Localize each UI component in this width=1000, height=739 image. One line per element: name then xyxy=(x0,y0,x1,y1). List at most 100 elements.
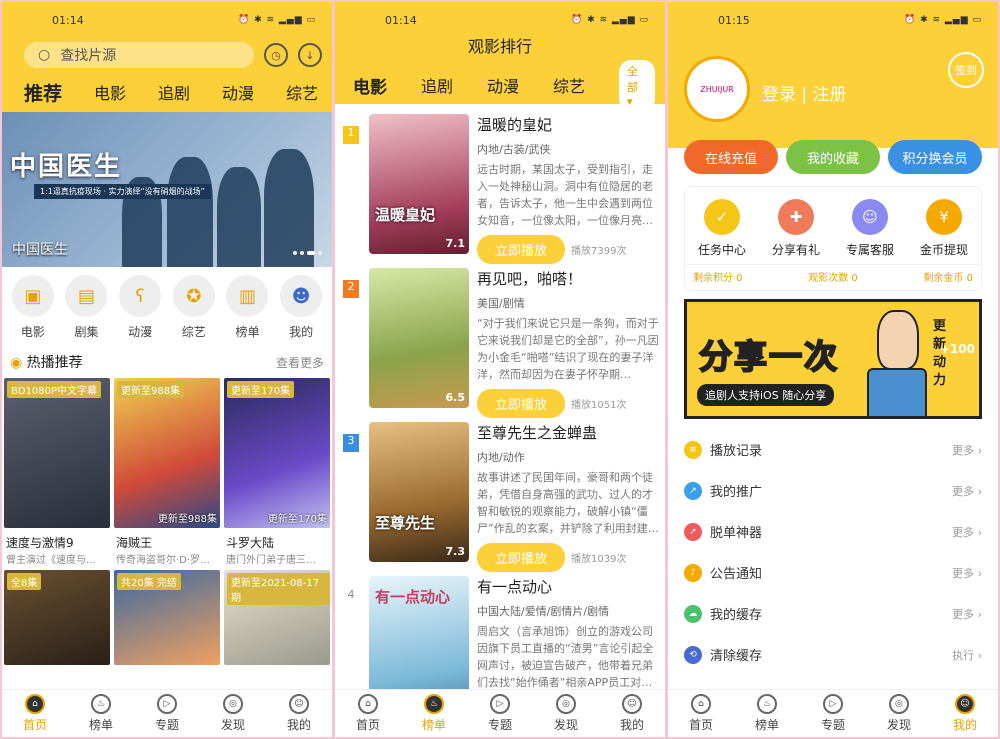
topic-icon: ▷ xyxy=(489,694,510,714)
task-center[interactable]: ✓ 任务中心 xyxy=(698,199,746,258)
see-more-link[interactable]: 查看更多 xyxy=(276,354,324,371)
profile-icon: ☺ xyxy=(621,694,642,714)
nav-home[interactable]: ⌂ 首页 xyxy=(689,694,713,733)
category-rank[interactable]: ▥ 榜单 xyxy=(226,275,269,340)
menu-cache[interactable]: ☁ 我的缓存 更多 › xyxy=(684,593,982,634)
status-icons: ⏰ ✱ ≋ ▂▄▆ ▭ xyxy=(238,15,316,25)
video-card[interactable]: 更新至170集 更新至170集 斗罗大陆 唐门外门弟子唐三… xyxy=(224,378,330,566)
share-gift[interactable]: ✚ 分享有礼 xyxy=(772,199,820,258)
nav-topic[interactable]: ▷ 专题 xyxy=(488,694,512,733)
flame-icon: ♨ xyxy=(90,694,111,714)
profile-icon: ☺ xyxy=(288,694,309,714)
tab-anime[interactable]: 动漫 xyxy=(222,80,254,104)
menu-play-history[interactable]: ≡ 播放记录 更多 › xyxy=(684,429,982,470)
nav-mine[interactable]: ☺ 我的 xyxy=(620,694,644,733)
compass-icon: ◎ xyxy=(555,694,576,714)
menu-notice[interactable]: ♪ 公告通知 更多 › xyxy=(684,552,982,593)
nav-rank[interactable]: ♨ 榜单 xyxy=(422,694,446,733)
task-icon: ✓ xyxy=(703,199,740,235)
video-card[interactable]: 更新至988集 更新至988集 海贼王 传奇海盗哥尔·D·罗… xyxy=(114,378,220,566)
banner-title: 中国医生 xyxy=(10,152,123,182)
item-title: 温暖的皇妃 xyxy=(477,116,553,134)
nav-mine[interactable]: ☺ 我的 xyxy=(953,694,977,733)
home-icon: ⌂ xyxy=(357,694,378,714)
filter-dropdown[interactable]: 全部 ▾ xyxy=(619,59,655,111)
history-list-icon: ≡ xyxy=(684,440,702,459)
video-card[interactable]: 全8集 xyxy=(4,570,110,665)
category-mine[interactable]: ☻ 我的 xyxy=(280,275,323,340)
poster[interactable]: 温暖皇妃 7.1 xyxy=(369,114,469,254)
status-bar: 01:14 ⏰ ✱ ≋ ▂▄▆ ▭ xyxy=(335,2,665,38)
banner-carousel[interactable]: 中国医生 1:1逼真抗疫现场 · 实力演绎“没有硝烟的战场” 中国医生 xyxy=(2,112,332,267)
poster[interactable]: 至尊先生 7.3 xyxy=(369,422,469,562)
search-input[interactable]: ○ 查找片源 xyxy=(24,42,254,68)
tab-series[interactable]: 追剧 xyxy=(421,73,453,97)
profile-header: ZHUIJUR 登录 | 注册 签到 xyxy=(668,38,998,148)
poster[interactable]: 6.5 xyxy=(369,268,469,408)
video-card[interactable]: 共20集 完结 xyxy=(114,570,220,665)
share-banner[interactable]: 分享一次 追剧人支持iOS 随心分享 更新动力 +100 xyxy=(684,299,982,419)
tab-variety[interactable]: 综艺 xyxy=(553,73,585,97)
category-variety[interactable]: ✪ 综艺 xyxy=(172,275,215,340)
compass-icon: ◎ xyxy=(888,694,909,714)
tab-recommend[interactable]: 推荐 xyxy=(24,79,62,106)
service-icon: ☺ xyxy=(851,199,888,235)
tab-movie[interactable]: 电影 xyxy=(94,80,126,104)
clear-cache-icon: ⟲ xyxy=(684,645,702,664)
tab-variety[interactable]: 综艺 xyxy=(286,80,318,104)
bell-icon: ♪ xyxy=(684,563,702,582)
carousel-dots xyxy=(293,251,322,255)
nav-home[interactable]: ⌂ 首页 xyxy=(356,694,380,733)
status-bar: 01:14 ⏰ ✱ ≋ ▂▄▆ ▭ xyxy=(2,2,332,38)
category-movie[interactable]: ▣ 电影 xyxy=(11,275,54,340)
home-tabs: 推荐 电影 追剧 动漫 综艺 xyxy=(2,72,332,112)
bear-icon: ʕ xyxy=(119,275,162,317)
tools-panel: ✓ 任务中心 ✚ 分享有礼 ☺ 专属客服 ¥ 金币提现 剩余积分 0 观影次数 0 剩余金币… xyxy=(684,186,982,291)
tab-anime[interactable]: 动漫 xyxy=(487,73,519,97)
nav-discover[interactable]: ◎ 发现 xyxy=(554,694,578,733)
menu-list: ≡ 播放记录 更多 › ↗ 我的推广 更多 › ➚ 脱单神器 更多 › ♪ 公告通知 更多 › … xyxy=(668,419,998,675)
nav-discover[interactable]: ◎ 发现 xyxy=(887,694,911,733)
menu-dating[interactable]: ➚ 脱单神器 更多 › xyxy=(684,511,982,552)
cloud-icon: ☁ xyxy=(684,604,702,623)
search-placeholder: 查找片源 xyxy=(60,48,117,64)
bottom-nav: ⌂ 首页 ♨ 榜单 ▷ 专题 ◎ 发现 ☺ 我的 xyxy=(668,689,998,737)
nav-topic[interactable]: ▷ 专题 xyxy=(155,694,179,733)
coin-icon: ¥ xyxy=(925,199,962,235)
download-icon[interactable]: ↓ xyxy=(298,43,322,67)
rank-item[interactable]: 1 温暖皇妃 7.1 温暖的皇妃 内地/古装/武侠 远古时期，某国太子，受到指引，… xyxy=(335,104,665,264)
menu-promotion[interactable]: ↗ 我的推广 更多 › xyxy=(684,470,982,511)
item-title: 有一点动心 xyxy=(477,578,553,596)
video-card[interactable]: BD1080P中文字幕 速度与激情9 曾主演过《速度与… xyxy=(4,378,110,566)
nav-rank[interactable]: ♨ 榜单 xyxy=(89,694,113,733)
profile-icon: ☺ xyxy=(954,694,975,714)
coin-withdraw[interactable]: ¥ 金币提现 xyxy=(920,199,968,258)
tv-series-icon: ▤ xyxy=(65,275,108,317)
nav-mine[interactable]: ☺ 我的 xyxy=(287,694,311,733)
compass-icon: ◎ xyxy=(222,694,243,714)
category-anime[interactable]: ʕ 动漫 xyxy=(119,275,162,340)
tab-movie[interactable]: 电影 xyxy=(353,73,387,98)
rank-item[interactable]: 2 6.5 再见吧，啪嗒！ 美国/剧情 “对于我们来说它只是一条狗，而对于它来说… xyxy=(335,258,665,418)
menu-clear-cache[interactable]: ⟲ 清除缓存 执行 › xyxy=(684,634,982,675)
tab-series[interactable]: 追剧 xyxy=(158,80,190,104)
sign-in-button[interactable]: 签到 xyxy=(948,52,984,88)
login-register-link[interactable]: 登录 | 注册 xyxy=(762,80,847,105)
nav-discover[interactable]: ◎ 发现 xyxy=(221,694,245,733)
nav-rank[interactable]: ♨ 榜单 xyxy=(755,694,779,733)
stats-row: 剩余积分 0 观影次数 0 剩余金币 0 xyxy=(685,264,981,290)
cartoon-man-illustration xyxy=(877,310,919,370)
avatar[interactable]: ZHUIJUR xyxy=(684,56,750,122)
chart-icon: ▥ xyxy=(226,275,269,317)
category-series[interactable]: ▤ 剧集 xyxy=(65,275,108,340)
clock-icon[interactable]: ◷ xyxy=(264,43,288,67)
item-title: 至尊先生之金蝉蛊 xyxy=(477,424,598,442)
search-icon: ○ xyxy=(38,47,51,63)
rank-item[interactable]: 3 至尊先生 7.3 至尊先生之金蝉蛊 内地/动作 故事讲述了民国年间，豪哥和两个… xyxy=(335,412,665,572)
video-card[interactable]: 更新至2021-08-17期 xyxy=(224,570,330,665)
nav-topic[interactable]: ▷ 专题 xyxy=(821,694,845,733)
nav-home[interactable]: ⌂ 首页 xyxy=(23,694,47,733)
home-screen: 01:14 ⏰ ✱ ≋ ▂▄▆ ▭ ○ 查找片源 ◷ ↓ 推荐 电影 追剧 动漫… xyxy=(2,2,332,737)
rank-badge: 1 xyxy=(343,126,359,144)
customer-service[interactable]: ☺ 专属客服 xyxy=(846,199,894,258)
